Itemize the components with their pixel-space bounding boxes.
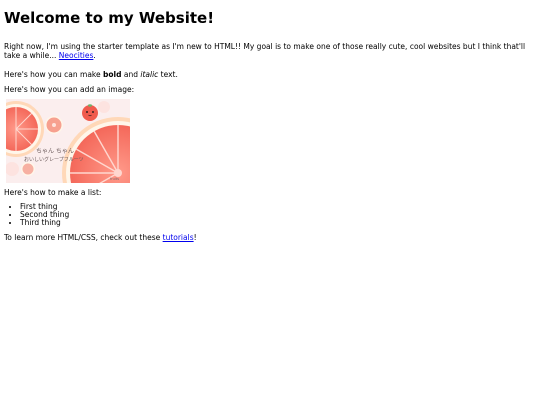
learn-more-text: To learn more HTML/CSS, check out these: [4, 233, 163, 243]
learn-more-end: !: [193, 233, 197, 243]
list-paragraph: Here's how to make a list:: [4, 188, 102, 197]
bold-word: bold: [103, 70, 122, 79]
image-paragraph: Here's how you can add an image:: [4, 85, 135, 94]
intro-end: .: [93, 51, 96, 60]
bold-post-text: text.: [158, 70, 178, 79]
image-corner-text: fruits: [110, 177, 119, 181]
image-caption-line2: おいしいグレープフルーツ: [24, 156, 84, 163]
intro-paragraph: Right now, I'm using the starter templat…: [4, 42, 534, 60]
image-caption-line1: ちゃん ちゃん: [36, 148, 74, 155]
bold-mid-text: and: [121, 70, 141, 79]
learn-more-paragraph: To learn more HTML/CSS, check out these …: [4, 233, 536, 242]
list-item: First thing: [20, 202, 536, 211]
page: Welcome to my Website! Right now, I'm us…: [0, 0, 540, 405]
italic-word: italic: [140, 70, 159, 79]
list-item: Second thing: [20, 210, 536, 219]
neocities-link[interactable]: Neocities: [59, 51, 94, 60]
bold-italic-paragraph: Here's how you can make bold and italic …: [4, 70, 536, 79]
list-item: Third thing: [20, 219, 536, 227]
page-heading: Welcome to my Website!: [4, 9, 215, 27]
example-list: First thing Second thing Third thing: [4, 202, 536, 227]
bold-pre-text: Here's how you can make: [4, 70, 103, 79]
grapefruit-image: ちゃん ちゃん おいしいグレープフルーツ fruits: [6, 99, 130, 183]
tutorials-link[interactable]: tutorials: [163, 233, 194, 242]
